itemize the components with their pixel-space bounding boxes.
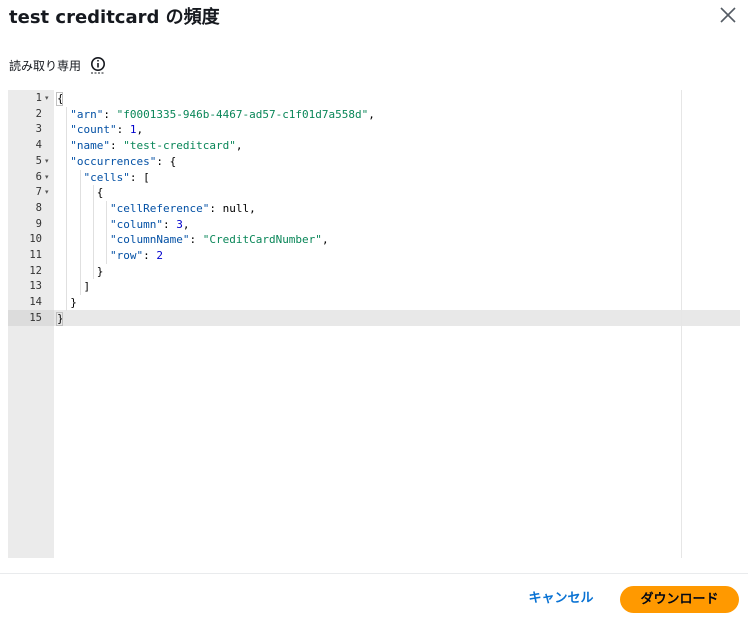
code-token: : xyxy=(189,233,203,247)
fold-toggle-icon[interactable]: ▾ xyxy=(45,185,53,201)
code-token: "CreditCardNumber" xyxy=(202,233,322,247)
code-token: "test-creditcard" xyxy=(123,139,236,153)
code-line: "occurrences": { xyxy=(57,154,176,170)
indent-guide xyxy=(66,106,68,311)
code-line: ] xyxy=(57,279,90,295)
line-number: 12 xyxy=(29,264,42,277)
download-button[interactable]: ダウンロード xyxy=(620,586,739,613)
code-token: : [ xyxy=(129,170,150,184)
code-token: : xyxy=(143,249,157,262)
code-token: , xyxy=(182,217,190,231)
info-icon[interactable] xyxy=(90,56,106,74)
line-number: 6 xyxy=(35,170,42,183)
code-area[interactable]: { "arn": "f0001335-946b-4467-ad57-c1f01d… xyxy=(54,90,740,558)
fold-toggle-icon[interactable]: ▾ xyxy=(45,154,53,170)
line-number: 1 xyxy=(35,92,42,104)
readonly-row: 読み取り専用 xyxy=(9,54,106,76)
bracket-match-highlight xyxy=(56,311,63,326)
frequency-dialog: test creditcard の頻度 読み取り専用 1 ▾ 2 3 4 5 ▾ 6 ▾ 7 ▾ 8 9… xyxy=(0,0,755,617)
code-line: "name": "test-creditcard", xyxy=(57,138,242,154)
code-token: "count" xyxy=(70,123,117,137)
cancel-button[interactable]: キャンセル xyxy=(518,586,604,612)
code-line: "columnName": "CreditCardNumber", xyxy=(57,232,329,248)
code-token: "column" xyxy=(109,217,163,231)
code-token: : xyxy=(116,123,130,137)
line-number: 9 xyxy=(35,217,42,230)
line-number: 5 xyxy=(35,154,42,167)
editor-gutter: 1 ▾ 2 3 4 5 ▾ 6 ▾ 7 ▾ 8 9 10 11 12 13 14 15 xyxy=(8,90,54,558)
code-token: : xyxy=(209,201,223,215)
indent-guide xyxy=(92,185,94,280)
code-line: "count": 1, xyxy=(57,122,143,138)
code-token: null xyxy=(222,201,250,215)
line-number: 10 xyxy=(29,233,42,246)
code-token: "cellReference" xyxy=(109,201,210,215)
code-line: "arn": "f0001335-946b-4467-ad57-c1f01d7a… xyxy=(57,107,375,123)
footer-divider xyxy=(0,573,748,574)
indent-guide xyxy=(106,200,108,264)
fold-toggle-icon[interactable]: ▾ xyxy=(45,91,53,107)
line-number: 3 xyxy=(35,123,42,136)
dialog-header: test creditcard の頻度 xyxy=(0,0,755,34)
code-token: "occurrences" xyxy=(70,154,157,168)
code-token: , xyxy=(136,123,144,137)
print-margin xyxy=(681,90,682,558)
fold-toggle-icon[interactable]: ▾ xyxy=(45,170,53,186)
code-token: : { xyxy=(156,154,177,168)
code-token: : xyxy=(103,107,117,121)
code-line: "row": 2 xyxy=(57,248,163,264)
json-code-editor[interactable]: 1 ▾ 2 3 4 5 ▾ 6 ▾ 7 ▾ 8 9 10 11 12 13 14 15 { "arn": "f000… xyxy=(8,90,740,558)
code-line: "cells": [ xyxy=(57,170,150,186)
code-token: , xyxy=(321,233,329,247)
dialog-title: test creditcard の頻度 xyxy=(9,7,220,28)
code-line: "column": 3, xyxy=(57,217,189,233)
code-token: 3 xyxy=(176,217,183,231)
code-token: "row" xyxy=(109,249,144,262)
code-token: ] xyxy=(57,280,91,294)
code-token: , xyxy=(249,201,256,215)
code-token: , xyxy=(235,139,243,153)
line-number: 15 xyxy=(29,311,42,324)
line-number: 4 xyxy=(35,139,42,152)
line-number: 13 xyxy=(29,280,42,293)
close-icon[interactable] xyxy=(717,4,739,26)
code-token: , xyxy=(368,107,375,121)
code-token: "arn" xyxy=(70,107,104,121)
line-number: 7 xyxy=(35,186,42,199)
line-number: 11 xyxy=(29,249,42,261)
code-token: "name" xyxy=(70,139,110,153)
code-token: 2 xyxy=(156,249,163,262)
code-token: "f0001335-946b-4467-ad57-c1f01d7a558d" xyxy=(116,107,369,121)
code-token: : xyxy=(162,217,177,231)
line-number: 14 xyxy=(29,296,42,309)
code-token: : xyxy=(110,139,124,153)
line-number: 8 xyxy=(35,201,42,214)
code-token: "cells" xyxy=(83,170,130,184)
bracket-match-highlight xyxy=(56,92,63,106)
readonly-label: 読み取り専用 xyxy=(9,58,82,73)
code-token: "columnName" xyxy=(109,233,190,247)
line-number: 2 xyxy=(35,107,42,120)
indent-guide xyxy=(79,169,81,296)
code-line: "cellReference": null, xyxy=(57,201,256,217)
